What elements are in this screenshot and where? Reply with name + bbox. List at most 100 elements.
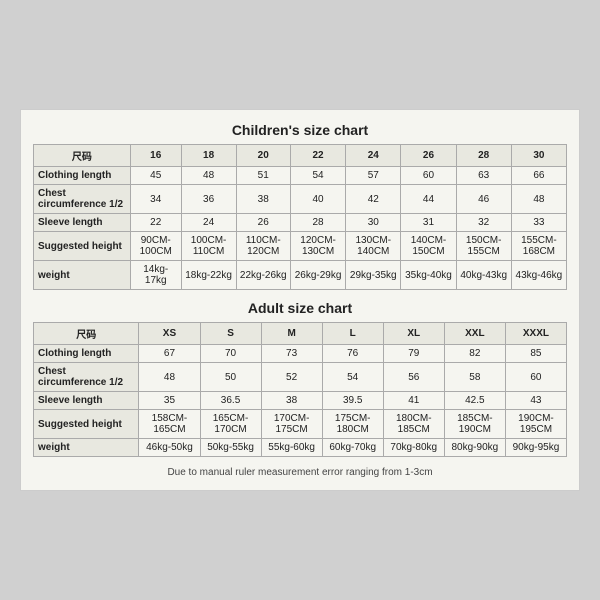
column-header: 尺码 [34,323,139,345]
column-header: 尺码 [34,145,131,167]
cell-value: 35 [139,392,200,410]
cell-value: 58 [444,363,505,392]
cell-value: 79 [383,345,444,363]
cell-value: 22kg-26kg [236,261,290,290]
row-label: Clothing length [34,345,139,363]
cell-value: 36 [181,185,236,214]
cell-value: 46 [456,185,511,214]
cell-value: 85 [505,345,566,363]
cell-value: 90CM-100CM [130,232,181,261]
cell-value: 26kg-29kg [290,261,345,290]
children-table: 尺码1618202224262830 Clothing length454851… [33,144,567,290]
cell-value: 35kg-40kg [401,261,456,290]
cell-value: 14kg-17kg [130,261,181,290]
adult-chart-title: Adult size chart [33,300,567,316]
cell-value: 31 [401,214,456,232]
column-header: XL [383,323,444,345]
cell-value: 76 [322,345,383,363]
row-label: Clothing length [34,167,131,185]
cell-value: 45 [130,167,181,185]
cell-value: 48 [139,363,200,392]
cell-value: 42 [346,185,401,214]
cell-value: 44 [401,185,456,214]
cell-value: 73 [261,345,322,363]
cell-value: 155CM-168CM [511,232,566,261]
table-row: Clothing length67707376798285 [34,345,567,363]
cell-value: 80kg-90kg [444,439,505,457]
cell-value: 82 [444,345,505,363]
cell-value: 50kg-55kg [200,439,261,457]
table-row: weight14kg-17kg18kg-22kg22kg-26kg26kg-29… [34,261,567,290]
cell-value: 48 [181,167,236,185]
column-header: 20 [236,145,290,167]
cell-value: 158CM-165CM [139,410,200,439]
cell-value: 42.5 [444,392,505,410]
cell-value: 100CM-110CM [181,232,236,261]
cell-value: 26 [236,214,290,232]
table-row: Suggested height158CM-165CM165CM-170CM 17… [34,410,567,439]
table-row: weight46kg-50kg50kg-55kg55kg-60kg60kg-70… [34,439,567,457]
cell-value: 36.5 [200,392,261,410]
table-row: Chest circumference 1/23436384042444648 [34,185,567,214]
row-label: weight [34,439,139,457]
column-header: XXL [444,323,505,345]
cell-value: 70kg-80kg [383,439,444,457]
cell-value: 110CM-120CM [236,232,290,261]
cell-value: 51 [236,167,290,185]
cell-value: 52 [261,363,322,392]
children-chart-title: Children's size chart [33,122,567,138]
column-header: L [322,323,383,345]
cell-value: 50 [200,363,261,392]
cell-value: 54 [322,363,383,392]
cell-value: 46kg-50kg [139,439,200,457]
row-label: Chest circumference 1/2 [34,185,131,214]
adult-table: 尺码XSSMLXLXXLXXXL Clothing length67707376… [33,322,567,457]
cell-value: 32 [456,214,511,232]
column-header: XXXL [505,323,566,345]
column-header: 22 [290,145,345,167]
cell-value: 40 [290,185,345,214]
column-header: 28 [456,145,511,167]
cell-value: 33 [511,214,566,232]
cell-value: 185CM-190CM [444,410,505,439]
cell-value: 57 [346,167,401,185]
table-row: Sleeve length3536.53839.54142.543 [34,392,567,410]
cell-value: 38 [236,185,290,214]
cell-value: 165CM-170CM [200,410,261,439]
column-header: 18 [181,145,236,167]
row-label: Sleeve length [34,392,139,410]
row-label: weight [34,261,131,290]
cell-value: 180CM-185CM [383,410,444,439]
chart-container: Children's size chart 尺码1618202224262830… [20,109,580,491]
column-header: M [261,323,322,345]
cell-value: 66 [511,167,566,185]
cell-value: 60 [401,167,456,185]
cell-value: 30 [346,214,401,232]
cell-value: 40kg-43kg [456,261,511,290]
cell-value: 29kg-35kg [346,261,401,290]
cell-value: 130CM-140CM [346,232,401,261]
row-label: Chest circumference 1/2 [34,363,139,392]
cell-value: 175CM-180CM [322,410,383,439]
cell-value: 55kg-60kg [261,439,322,457]
cell-value: 190CM-195CM [505,410,566,439]
cell-value: 90kg-95kg [505,439,566,457]
cell-value: 41 [383,392,444,410]
cell-value: 120CM-130CM [290,232,345,261]
table-row: Chest circumference 1/248505254565860 [34,363,567,392]
cell-value: 18kg-22kg [181,261,236,290]
cell-value: 48 [511,185,566,214]
cell-value: 150CM-155CM [456,232,511,261]
cell-value: 43 [505,392,566,410]
cell-value: 67 [139,345,200,363]
table-row: Clothing length4548515457606366 [34,167,567,185]
cell-value: 28 [290,214,345,232]
cell-value: 63 [456,167,511,185]
footer-note: Due to manual ruler measurement error ra… [33,467,567,478]
row-label: Sleeve length [34,214,131,232]
cell-value: 60kg-70kg [322,439,383,457]
column-header: 24 [346,145,401,167]
cell-value: 60 [505,363,566,392]
column-header: 16 [130,145,181,167]
row-label: Suggested height [34,410,139,439]
